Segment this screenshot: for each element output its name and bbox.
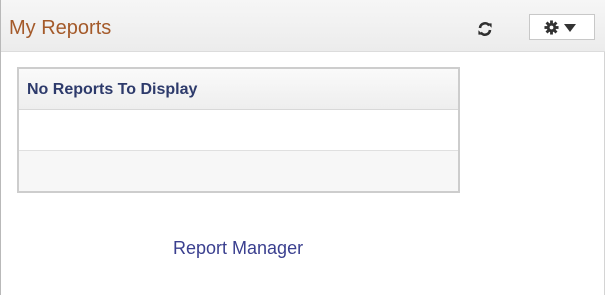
my-reports-pagelet: My Reports No Reports To Display Report …	[0, 0, 605, 295]
grid-header: No Reports To Display	[19, 69, 458, 110]
gear-icon	[544, 20, 559, 35]
refresh-icon[interactable]	[477, 21, 493, 37]
pagelet-header: My Reports	[1, 0, 605, 52]
table-row	[19, 151, 458, 191]
pagelet-title: My Reports	[9, 17, 112, 39]
pagelet-options-button[interactable]	[529, 14, 595, 40]
reports-grid: No Reports To Display	[17, 67, 460, 193]
grid-header-label: No Reports To Display	[27, 81, 198, 98]
chevron-down-icon	[564, 24, 576, 32]
report-manager-link[interactable]: Report Manager	[173, 238, 303, 259]
table-row	[19, 110, 458, 151]
